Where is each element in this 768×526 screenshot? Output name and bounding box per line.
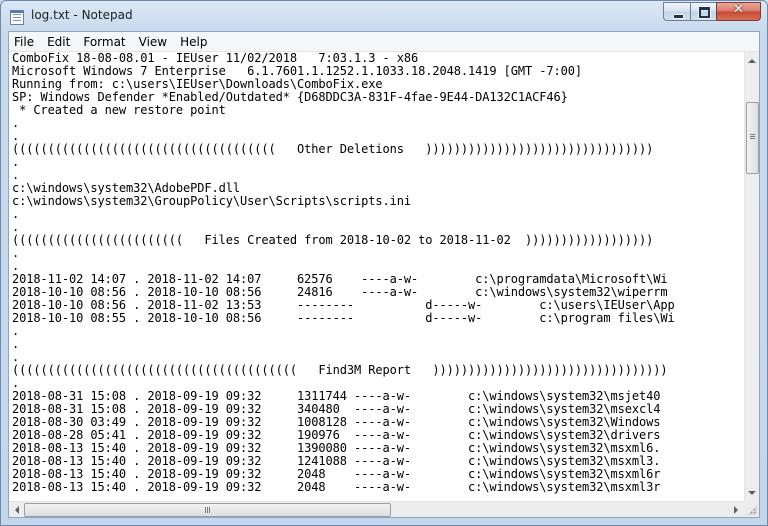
text-editor[interactable]: ComboFix 18-08-08.01 - IEUser 11/02/2018… — [9, 52, 744, 501]
size-grip[interactable] — [744, 501, 759, 517]
text-line: . — [12, 337, 20, 351]
maximize-icon — [699, 7, 710, 18]
scroll-up-button[interactable] — [745, 53, 759, 68]
arrow-up-icon — [748, 58, 756, 63]
text-line: . — [12, 116, 20, 130]
maximize-button[interactable] — [690, 2, 716, 21]
text-line: 2018-10-10 08:55 . 2018-10-10 08:56 ----… — [12, 311, 675, 325]
text-line: . — [12, 246, 20, 260]
close-icon: ✕ — [733, 2, 744, 17]
menu-view[interactable]: View — [133, 35, 174, 49]
title-bar[interactable]: log.txt - Notepad ✕ — [1, 1, 767, 31]
caption-buttons: ✕ — [663, 2, 761, 22]
text-line: . — [12, 324, 20, 338]
scroll-left-button[interactable] — [10, 502, 24, 517]
notepad-app-icon[interactable] — [10, 10, 24, 25]
window-title: log.txt - Notepad — [31, 8, 133, 22]
minimize-button[interactable] — [663, 2, 690, 21]
menu-help[interactable]: Help — [174, 35, 214, 49]
horizontal-scrollbar[interactable] — [9, 501, 744, 517]
text-line: c:\windows\system32\GroupPolicy\User\Scr… — [12, 194, 411, 208]
text-line: (((((((((((((((((((((((( Files Created f… — [12, 233, 654, 247]
scroll-down-button[interactable] — [745, 485, 759, 500]
text-line: . — [12, 155, 20, 169]
arrow-left-icon — [15, 505, 19, 514]
horizontal-scroll-thumb[interactable] — [24, 503, 391, 517]
text-line: ((((((((((((((((((((((((((((((((((((((((… — [12, 363, 668, 377]
menu-bar: File Edit Format View Help — [9, 32, 759, 52]
arrow-down-icon — [748, 490, 756, 495]
arrow-right-icon — [734, 505, 738, 514]
text-line: 2018-08-13 15:40 . 2018-09-19 09:32 2048… — [12, 480, 661, 494]
minimize-icon — [673, 14, 684, 19]
vertical-scroll-thumb[interactable] — [746, 102, 759, 174]
scroll-right-button[interactable] — [729, 502, 743, 517]
resize-grip-icon — [747, 505, 757, 515]
menu-file[interactable]: File — [9, 35, 41, 49]
menu-edit[interactable]: Edit — [41, 35, 77, 49]
menu-format[interactable]: Format — [77, 35, 132, 49]
text-line: ((((((((((((((((((((((((((((((((((((( Ot… — [12, 142, 654, 156]
vertical-scrollbar[interactable] — [744, 52, 759, 501]
text-line: . — [12, 207, 20, 221]
close-button[interactable]: ✕ — [716, 2, 761, 21]
client-area: File Edit Format View Help ComboFix 18-0… — [8, 31, 760, 518]
notepad-window: log.txt - Notepad ✕ File Edit Format Vie… — [0, 0, 768, 526]
text-line: * Created a new restore point — [12, 103, 226, 117]
